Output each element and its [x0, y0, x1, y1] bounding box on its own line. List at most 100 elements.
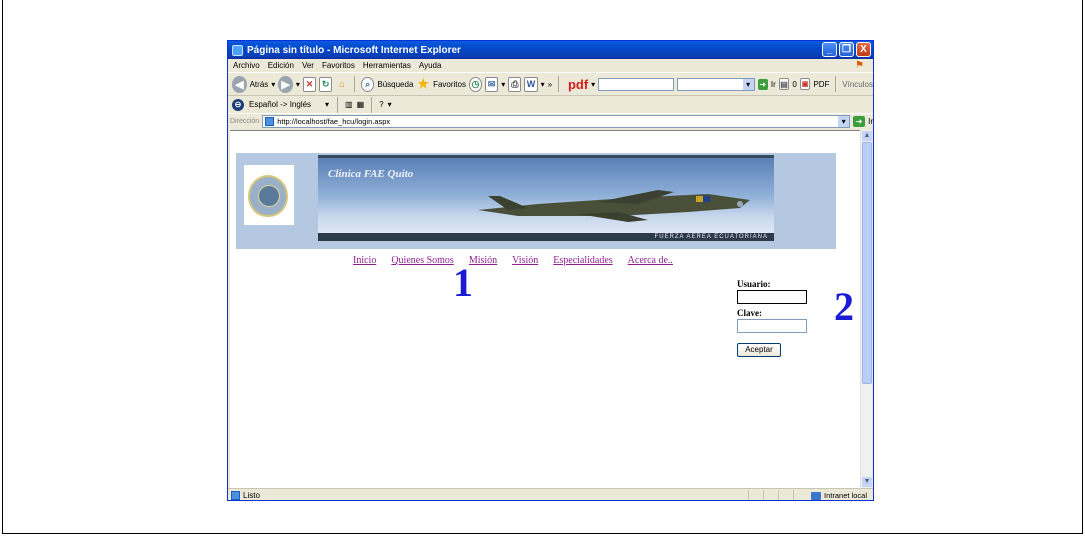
login-form: Usuario: Clave: Aceptar: [737, 279, 807, 357]
pdf-url-combo[interactable]: [677, 77, 755, 91]
favorites-label[interactable]: Favoritos: [433, 80, 466, 89]
ie-window: Página sin título - Microsoft Internet E…: [227, 40, 874, 501]
minimize-button[interactable]: _: [822, 42, 837, 57]
maximize-button[interactable]: ❐: [839, 42, 854, 57]
pdf-go-label[interactable]: Ir: [771, 80, 776, 89]
banner-image: Clínica FAE Quito FUERZA AEREA ECUATORIA…: [318, 155, 774, 241]
search-label[interactable]: Búsqueda: [377, 80, 413, 89]
translation-direction-value: Español -> Inglés: [249, 100, 312, 109]
edit-dropdown-icon[interactable]: ▾: [541, 80, 545, 89]
stop-icon[interactable]: ✕: [302, 76, 317, 92]
scroll-down-icon[interactable]: ▼: [862, 477, 872, 487]
close-button[interactable]: X: [856, 42, 871, 57]
password-label: Clave:: [737, 308, 762, 318]
toolbar-separator-2: [558, 76, 559, 92]
username-label: Usuario:: [737, 279, 771, 289]
favorites-star-icon[interactable]: ★: [416, 76, 430, 92]
address-label: Dirección: [230, 117, 260, 125]
menu-favoritos[interactable]: Favoritos: [322, 61, 355, 70]
status-bar: Listo Intranet local: [228, 488, 873, 500]
status-text: Listo: [243, 491, 260, 500]
password-input[interactable]: [737, 319, 807, 333]
refresh-icon[interactable]: ↻: [319, 76, 333, 92]
annotation-number-1: 1: [453, 260, 473, 305]
pdf-search-input[interactable]: [598, 77, 675, 91]
username-input[interactable]: [737, 290, 807, 304]
nav-link-especialidades[interactable]: Especialidades: [553, 255, 612, 266]
status-page-icon: [231, 491, 240, 500]
mail-icon[interactable]: ✉: [485, 76, 499, 92]
status-panels: [748, 490, 794, 500]
toolbar-separator: [354, 76, 356, 92]
nav-link-mision[interactable]: Misión: [469, 255, 497, 266]
menu-herramientas[interactable]: Herramientas: [363, 61, 411, 70]
scroll-up-icon[interactable]: ▲: [862, 131, 872, 141]
help-icon[interactable]: ?: [379, 100, 383, 109]
chevron-down-icon: ▾: [324, 100, 329, 109]
address-dropdown-icon[interactable]: ▾: [838, 115, 850, 127]
word-edit-icon[interactable]: W: [524, 76, 538, 92]
address-input[interactable]: http://localhost/fae_hcu/login.aspx ▾: [262, 114, 851, 128]
print-icon[interactable]: ⎙: [508, 76, 522, 92]
ie-app-icon: [232, 44, 243, 56]
security-zone: Intranet local: [811, 491, 867, 500]
page-content: Clínica FAE Quito FUERZA AEREA ECUATORIA…: [230, 130, 860, 488]
menu-bar: Archivo Edición Ver Favoritos Herramient…: [228, 59, 873, 72]
pdf-go-icon[interactable]: ➜: [757, 78, 768, 90]
toolbar-separator-4: [337, 96, 338, 113]
banner-title: Clínica FAE Quito: [328, 168, 414, 180]
window-title: Página sin título - Microsoft Internet E…: [247, 44, 461, 56]
menu-ver[interactable]: Ver: [302, 61, 314, 70]
submit-button[interactable]: Aceptar: [737, 343, 781, 357]
fae-crest-logo: [248, 175, 288, 217]
dictionary-icon[interactable]: ▥: [345, 100, 353, 109]
forward-icon[interactable]: ▶: [278, 75, 293, 93]
pdf-counter: 0: [792, 79, 797, 89]
window-controls: _ ❐ X: [822, 42, 871, 57]
site-nav: Inicio Quienes Somos Misión Visión Espec…: [353, 255, 673, 266]
menu-archivo[interactable]: Archivo: [233, 61, 260, 70]
toolbar-overflow-icon[interactable]: »: [548, 80, 552, 89]
back-dropdown-icon[interactable]: ▾: [271, 80, 275, 89]
pdf-button-label[interactable]: PDF: [813, 80, 829, 89]
toolbar-separator-5: [371, 96, 373, 113]
back-label[interactable]: Atrás: [250, 80, 269, 89]
go-label[interactable]: Ir: [868, 117, 873, 126]
title-bar[interactable]: Página sin título - Microsoft Internet E…: [228, 41, 873, 59]
back-icon[interactable]: ◀: [232, 75, 247, 93]
home-icon[interactable]: ⌂: [335, 77, 348, 92]
fighter-jet-image: [478, 190, 750, 222]
search-icon[interactable]: ⌕: [361, 76, 375, 92]
windows-flag-icon: ⚑: [855, 60, 864, 71]
translation-toolbar: ⊖ Español -> Inglés ▾ ▥ ▦ ? ▾: [228, 96, 873, 113]
crest-emblem: [258, 185, 280, 207]
links-label[interactable]: Vínculos: [842, 80, 873, 89]
translation-direction-select[interactable]: Español -> Inglés ▾: [248, 99, 330, 111]
pdf-file-icon[interactable]: ▣: [799, 78, 811, 90]
translate-page-icon[interactable]: ▦: [357, 100, 365, 109]
nav-link-quienes-somos[interactable]: Quienes Somos: [391, 255, 454, 266]
forward-dropdown-icon[interactable]: ▾: [296, 80, 300, 89]
annotation-number-2: 2: [834, 284, 854, 329]
address-bar: Dirección http://localhost/fae_hcu/login…: [228, 113, 873, 128]
security-zone-label: Intranet local: [824, 491, 867, 500]
nav-link-vision[interactable]: Visión: [512, 255, 538, 266]
pdf-dropdown-icon[interactable]: ▾: [591, 80, 595, 89]
nav-link-acerca-de[interactable]: Acerca de..: [628, 255, 673, 266]
page-icon: [265, 116, 275, 126]
toolbar-separator-3: [835, 76, 837, 92]
vertical-scrollbar[interactable]: ▲ ▼: [860, 130, 872, 488]
translate-globe-icon[interactable]: ⊖: [232, 98, 244, 111]
pdf-page-icon[interactable]: ▤: [778, 78, 790, 90]
history-icon[interactable]: ◷: [468, 76, 483, 92]
pdf-toolbar-label[interactable]: pdf: [568, 77, 588, 92]
mail-dropdown-icon[interactable]: ▾: [501, 80, 505, 89]
menu-edicion[interactable]: Edición: [268, 61, 294, 70]
go-icon[interactable]: ➜: [853, 115, 866, 127]
address-url: http://localhost/fae_hcu/login.aspx: [277, 116, 391, 126]
menu-ayuda[interactable]: Ayuda: [419, 61, 442, 70]
scrollbar-thumb[interactable]: [862, 142, 872, 384]
help-dropdown-icon[interactable]: ▾: [388, 100, 392, 109]
intranet-zone-icon: [811, 491, 822, 500]
nav-link-inicio[interactable]: Inicio: [353, 255, 376, 266]
